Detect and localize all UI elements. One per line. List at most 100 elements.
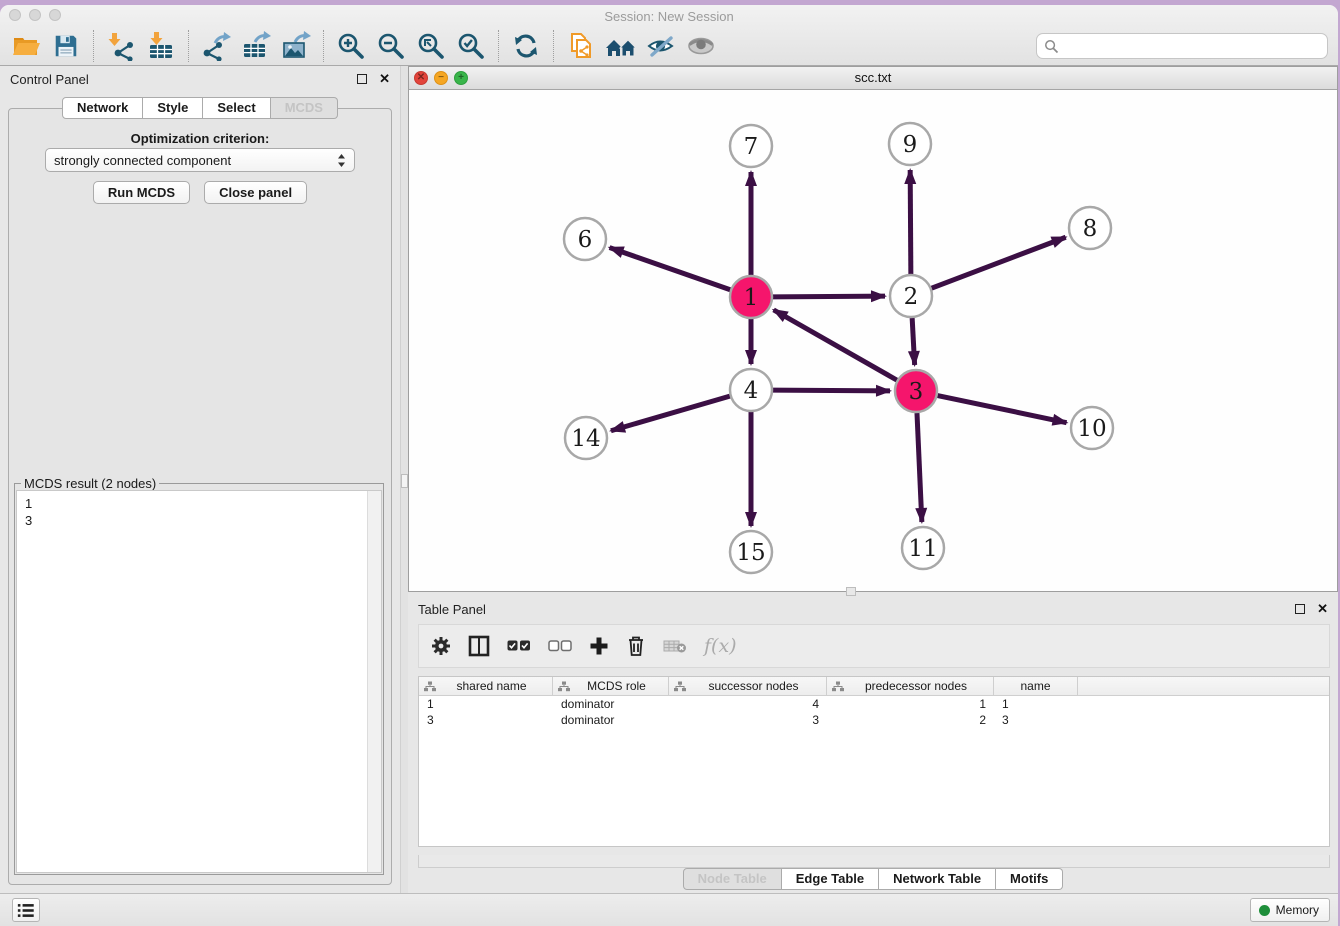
first-neighbors-button[interactable]	[561, 29, 601, 63]
show-details-eye-icon	[686, 31, 716, 61]
node-label: 10	[1077, 416, 1106, 442]
network-window: ✕ − + scc.txt 7968124314101511	[408, 66, 1338, 592]
network-canvas[interactable]: 7 9 6 8 1 2 4 3 14 10 15 11	[409, 90, 1337, 591]
function-builder-button[interactable]: f(x)	[704, 635, 737, 657]
save-session-button[interactable]	[46, 29, 86, 63]
tab-motifs[interactable]: Motifs	[996, 868, 1063, 890]
select-all-checkboxes-button[interactable]	[507, 640, 531, 652]
edge-4-3[interactable]	[773, 390, 890, 391]
window-controls[interactable]	[9, 9, 61, 21]
node-10[interactable]: 10	[1071, 407, 1113, 449]
node-4[interactable]: 4	[730, 369, 772, 411]
node-14[interactable]: 14	[565, 417, 607, 459]
column-header-successor-nodes[interactable]: successor nodes	[669, 677, 827, 695]
edge-4-14[interactable]	[611, 396, 730, 431]
close-panel-icon[interactable]: ✕	[379, 71, 390, 87]
chevron-up-down-icon	[337, 153, 346, 168]
hide-graphics-details-button[interactable]	[641, 29, 681, 63]
table-tabs: Node TableEdge TableNetwork TableMotifs	[408, 868, 1338, 890]
node-7[interactable]: 7	[730, 125, 772, 167]
column-type-icon	[674, 681, 686, 692]
maximize-window-button[interactable]	[49, 9, 61, 21]
column-header-predecessor-nodes[interactable]: predecessor nodes	[827, 677, 994, 695]
node-3[interactable]: 3	[895, 370, 937, 412]
panel-divider[interactable]	[400, 66, 408, 893]
home-view-button[interactable]	[601, 29, 641, 63]
mcds-result-item[interactable]: 1	[17, 491, 381, 512]
search-input[interactable]	[1036, 33, 1328, 59]
network-minimize-button[interactable]: −	[434, 71, 448, 85]
tab-mcds[interactable]: MCDS	[271, 97, 338, 119]
vertical-scrollbar[interactable]	[367, 491, 381, 872]
edge-2-8[interactable]	[932, 237, 1066, 288]
column-header-shared-name[interactable]: shared name	[419, 677, 553, 695]
task-history-button[interactable]	[12, 898, 40, 922]
edge-3-1[interactable]	[774, 310, 897, 380]
node-15[interactable]: 15	[730, 531, 772, 573]
float-panel-icon[interactable]	[1295, 604, 1305, 614]
tab-style[interactable]: Style	[143, 97, 203, 119]
table-row[interactable]: 1dominator411	[419, 696, 1329, 712]
mcds-result-list: 13	[16, 490, 382, 873]
column-header-name[interactable]: name	[994, 677, 1078, 695]
table-row[interactable]: 3dominator323	[419, 712, 1329, 728]
node-1[interactable]: 1	[730, 276, 772, 318]
table-cell: 1	[827, 696, 994, 712]
node-9[interactable]: 9	[889, 123, 931, 165]
float-panel-icon[interactable]	[357, 74, 367, 84]
edge-2-3[interactable]	[912, 318, 914, 365]
close-panel-button[interactable]: Close panel	[204, 181, 307, 204]
tab-network-table[interactable]: Network Table	[879, 868, 996, 890]
node-11[interactable]: 11	[902, 527, 944, 569]
columns-icon	[468, 635, 490, 657]
delete-table-button[interactable]	[663, 638, 687, 654]
refresh-icon	[511, 31, 541, 61]
zoom-in-button[interactable]	[331, 29, 371, 63]
horizontal-scrollbar[interactable]	[418, 855, 1330, 868]
delete-column-button[interactable]	[626, 635, 646, 657]
tab-edge-table[interactable]: Edge Table	[782, 868, 879, 890]
first-neighbors-icon	[566, 31, 596, 61]
memory-button[interactable]: Memory	[1250, 898, 1330, 922]
open-session-button[interactable]	[6, 29, 46, 63]
tab-network[interactable]: Network	[62, 97, 143, 119]
minimize-window-button[interactable]	[29, 9, 41, 21]
export-network-button[interactable]	[196, 29, 236, 63]
mcds-result-item[interactable]: 3	[17, 512, 381, 529]
import-network-button[interactable]	[101, 29, 141, 63]
zoom-fit-button[interactable]	[411, 29, 451, 63]
edge-2-9[interactable]	[910, 170, 911, 274]
settings-gear-button[interactable]	[431, 636, 451, 656]
close-window-button[interactable]	[9, 9, 21, 21]
zoom-out-button[interactable]	[371, 29, 411, 63]
deselect-all-checkboxes-button[interactable]	[548, 640, 572, 652]
network-maximize-button[interactable]: +	[454, 71, 468, 85]
refresh-button[interactable]	[506, 29, 546, 63]
close-panel-icon[interactable]: ✕	[1317, 601, 1328, 617]
tab-select[interactable]: Select	[203, 97, 270, 119]
run-mcds-button[interactable]: Run MCDS	[93, 181, 190, 204]
export-table-button[interactable]	[236, 29, 276, 63]
zoom-selected-button[interactable]	[451, 29, 491, 63]
edge-3-10[interactable]	[938, 396, 1067, 423]
column-header-mcds-role[interactable]: MCDS role	[553, 677, 669, 695]
import-table-button[interactable]	[141, 29, 181, 63]
add-column-button[interactable]	[589, 636, 609, 656]
criterion-dropdown[interactable]: strongly connected component	[45, 148, 355, 172]
column-layout-button[interactable]	[468, 635, 490, 657]
split-divider-handle[interactable]	[846, 587, 856, 596]
tab-node-table[interactable]: Node Table	[683, 868, 782, 890]
table-panel-header: Table Panel ✕	[408, 596, 1338, 622]
edge-1-2[interactable]	[773, 296, 885, 297]
table-panel-title: Table Panel	[418, 602, 1295, 617]
node-2[interactable]: 2	[890, 275, 932, 317]
node-6[interactable]: 6	[564, 218, 606, 260]
export-image-button[interactable]	[276, 29, 316, 63]
edge-3-11[interactable]	[917, 413, 922, 522]
divider-handle[interactable]	[401, 474, 408, 488]
edge-1-6[interactable]	[610, 248, 731, 290]
show-graphics-details-button[interactable]	[681, 29, 721, 63]
network-close-button[interactable]: ✕	[414, 71, 428, 85]
table-cell: 1	[994, 696, 1078, 712]
node-8[interactable]: 8	[1069, 207, 1111, 249]
